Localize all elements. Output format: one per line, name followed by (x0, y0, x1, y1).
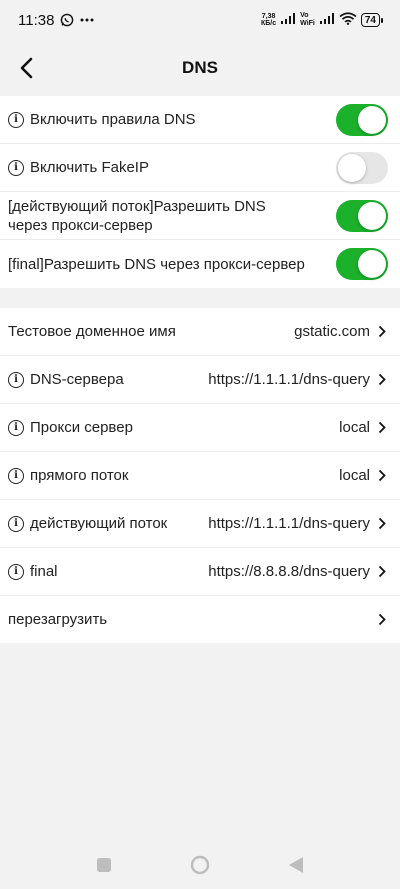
toggle-label: Включить правила DNS (30, 111, 196, 128)
setting-label: перезагрузить (8, 611, 108, 628)
switch-knob (358, 201, 386, 230)
vowifi-indicator: Vo WiFi (300, 12, 315, 28)
more-notifications-icon (80, 18, 94, 22)
info-icon[interactable]: i (8, 419, 24, 436)
toggle-label: [final]Разрешить DNS через прокси-сервер (8, 255, 305, 273)
home-circle-icon[interactable] (188, 853, 212, 877)
network-speed-value: 7,38 (261, 13, 276, 20)
setting-label: Прокси сервер (30, 419, 133, 436)
info-icon[interactable]: i (8, 515, 24, 532)
recents-square-icon[interactable] (92, 853, 116, 877)
setting-row-reload[interactable]: перезагрузить (0, 596, 400, 643)
wifi-icon (339, 12, 357, 28)
dns-settings-group: Тестовое доменное имя gstatic.com i DNS-… (0, 308, 400, 643)
chevron-right-icon (378, 421, 388, 435)
chevron-right-icon (378, 613, 388, 627)
setting-row-active-flow[interactable]: i действующий поток https://1.1.1.1/dns-… (0, 500, 400, 548)
signal-icon (280, 12, 296, 28)
setting-row-direct-flow[interactable]: i прямого поток local (0, 452, 400, 500)
setting-value: https://8.8.8.8/dns-query (208, 563, 370, 580)
setting-row-proxy-server[interactable]: i Прокси сервер local (0, 404, 400, 452)
switch-knob (358, 105, 386, 134)
whatsapp-icon (60, 13, 74, 27)
back-arrow-icon[interactable] (14, 56, 38, 80)
signal-icon-2 (319, 12, 335, 28)
info-icon[interactable]: i (8, 563, 24, 580)
toggle-row-active-flow-dns: [действующий поток]Разрешить DNS через п… (0, 192, 400, 240)
chevron-right-icon (378, 517, 388, 531)
setting-label: действующий поток (30, 515, 168, 532)
network-speed-unit: КБ/с (261, 20, 277, 27)
fakeip-switch[interactable] (336, 151, 388, 184)
vowifi-top: Vo (300, 12, 309, 19)
setting-row-test-domain[interactable]: Тестовое доменное имя gstatic.com (0, 308, 400, 356)
toggle-settings-group: i Включить правила DNS i Включить FakeIP… (0, 96, 400, 288)
setting-value: https://1.1.1.1/dns-query (208, 515, 370, 532)
setting-value: https://1.1.1.1/dns-query (208, 371, 370, 388)
info-icon[interactable]: i (8, 159, 24, 176)
toggle-label: Включить FakeIP (30, 159, 149, 176)
dns-rules-switch[interactable] (336, 103, 388, 136)
info-icon[interactable]: i (8, 371, 24, 388)
network-speed: 7,38 КБ/с (261, 13, 276, 27)
toggle-row-dns-rules: i Включить правила DNS (0, 96, 400, 144)
chevron-right-icon (378, 325, 388, 339)
info-icon[interactable]: i (8, 111, 24, 128)
page-title: DNS (182, 58, 218, 77)
final-dns-proxy-switch[interactable] (336, 248, 388, 280)
setting-value: local (339, 419, 370, 436)
setting-row-dns-servers[interactable]: i DNS-сервера https://1.1.1.1/dns-query (0, 356, 400, 404)
switch-knob (358, 250, 386, 278)
app-header: DNS (0, 40, 400, 96)
status-bar: 11:38 7,38 КБ/с Vo WiFi 74 (0, 0, 400, 40)
setting-row-final[interactable]: i final https://8.8.8.8/dns-query (0, 548, 400, 596)
status-right-group: 7,38 КБ/с Vo WiFi 74 (261, 12, 384, 28)
chevron-right-icon (378, 565, 388, 579)
setting-value: gstatic.com (294, 323, 370, 340)
battery-icon: 74 (360, 13, 384, 27)
back-triangle-icon[interactable] (284, 853, 308, 877)
chevron-right-icon (378, 373, 388, 387)
setting-label: прямого поток (30, 467, 129, 484)
setting-value: local (339, 467, 370, 484)
toggle-label: [действующий поток]Разрешить DNS через п… (8, 197, 266, 234)
setting-label: DNS-сервера (30, 371, 124, 388)
chevron-right-icon (378, 469, 388, 483)
setting-label: final (30, 563, 58, 580)
battery-level: 74 (364, 14, 376, 26)
switch-knob (338, 153, 366, 182)
status-time: 11:38 (18, 11, 55, 29)
setting-label: Тестовое доменное имя (8, 323, 176, 340)
info-icon[interactable]: i (8, 467, 24, 484)
active-flow-dns-proxy-switch[interactable] (336, 199, 388, 232)
toggle-row-fakeip: i Включить FakeIP (0, 144, 400, 192)
toggle-row-final-dns: [final]Разрешить DNS через прокси-сервер (0, 240, 400, 288)
vowifi-bottom: WiFi (300, 20, 315, 27)
system-nav-bar (0, 840, 400, 889)
